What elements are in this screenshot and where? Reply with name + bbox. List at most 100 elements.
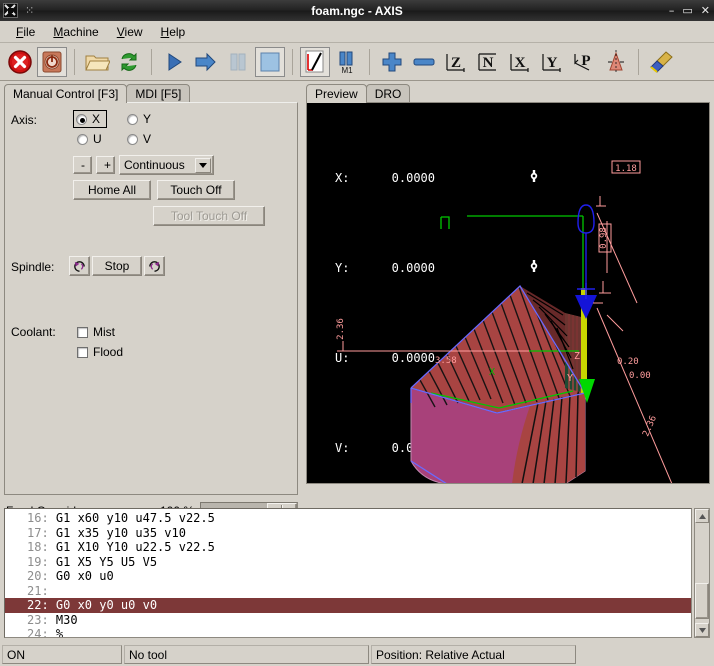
dim-label-2: 0.98	[599, 227, 609, 249]
toolpath-render: 1.18 0.98 0.20 0.00 2.36 2.36 3.58 2.36 …	[307, 103, 710, 484]
axis-radio-u[interactable]: U	[77, 132, 102, 146]
axis-letter-y: Y	[567, 373, 573, 384]
menu-help[interactable]: Help	[153, 23, 194, 41]
jog-increment-select[interactable]: Continuous	[119, 155, 214, 175]
coolant-flood-label: Flood	[93, 345, 123, 359]
tab-preview[interactable]: Preview	[306, 84, 367, 103]
left-tabbar: Manual Control [F3] MDI [F5]	[4, 84, 189, 103]
pause-program-icon[interactable]	[223, 47, 253, 77]
coolant-mist-checkbox[interactable]	[77, 327, 88, 338]
spindle-stop-button[interactable]: Stop	[92, 256, 142, 276]
optional-stop-icon[interactable]: M1	[332, 47, 362, 77]
dim-label-5: 2.36	[336, 318, 346, 340]
maximize-button[interactable]: ▭	[682, 5, 692, 16]
close-button[interactable]: ✕	[701, 5, 710, 16]
minimize-button[interactable]: –	[669, 5, 675, 16]
status-position-mode: Position: Relative Actual	[371, 645, 576, 664]
gcode-line-text: G0 x0 u0	[56, 569, 114, 583]
gcode-scrollbar[interactable]	[694, 508, 710, 638]
axis-radio-x[interactable]: X	[73, 110, 107, 128]
stop-program-icon[interactable]	[255, 47, 285, 77]
gcode-line-number: 17	[27, 526, 41, 540]
tool-clear-icon[interactable]	[601, 47, 631, 77]
dim-label-4: 0.00	[629, 371, 651, 381]
gcode-line[interactable]: 16: G1 x60 y10 u47.5 v22.5	[5, 511, 691, 526]
run-program-icon[interactable]	[159, 47, 189, 77]
menu-file[interactable]: File	[8, 23, 43, 41]
axis-radio-v[interactable]: V	[127, 132, 151, 146]
gcode-line-text: G0 x0 y0 u0 v0	[56, 598, 157, 612]
estop-toggle-icon[interactable]	[5, 47, 35, 77]
tool-touch-off-button[interactable]: Tool Touch Off	[153, 206, 265, 226]
radio-x-indicator	[76, 114, 87, 125]
gcode-line[interactable]: 20: G0 x0 u0	[5, 569, 691, 584]
axis-letter-x: X	[489, 367, 495, 378]
reload-file-icon[interactable]	[114, 47, 144, 77]
coolant-label: Coolant:	[11, 325, 56, 339]
coolant-flood-checkbox[interactable]	[77, 347, 88, 358]
svg-text:M1: M1	[341, 66, 353, 74]
toolbar-separator	[638, 49, 639, 75]
main-toolbar: M1 Z N X	[0, 43, 714, 81]
gcode-line[interactable]: 18: G1 X10 Y10 u22.5 v22.5	[5, 540, 691, 555]
clear-plot-icon[interactable]	[646, 47, 676, 77]
toolbar-separator	[292, 49, 293, 75]
window-menu-icon[interactable]: ⁙	[25, 4, 34, 17]
home-all-button[interactable]: Home All	[73, 180, 151, 200]
gcode-line[interactable]: 21:	[5, 584, 691, 599]
jog-plus-button[interactable]: +	[96, 156, 115, 174]
gcode-line-text: G1 x60 y10 u47.5 v22.5	[56, 511, 215, 525]
tab-mdi[interactable]: MDI [F5]	[126, 84, 190, 103]
open-file-icon[interactable]	[82, 47, 112, 77]
toggle-skip-lines-icon[interactable]	[300, 47, 330, 77]
gcode-scrollbar-thumb[interactable]	[695, 583, 709, 619]
view-y-icon[interactable]: Y	[537, 47, 567, 77]
gcode-listing[interactable]: 16: G1 x60 y10 u47.5 v22.5 17: G1 x35 y1…	[4, 508, 692, 638]
spindle-cw-icon[interactable]	[144, 256, 165, 276]
tool-touch-off-row: Tool Touch Off	[153, 206, 265, 226]
menubar: File Machine View Help	[0, 21, 714, 43]
axis-radio-y[interactable]: Y	[127, 112, 151, 126]
zoom-in-icon[interactable]	[377, 47, 407, 77]
spindle-ccw-icon[interactable]	[69, 256, 90, 276]
scroll-down-arrow-icon[interactable]	[695, 623, 709, 637]
coolant-mist-row[interactable]: Mist	[77, 325, 115, 339]
gcode-line-text: M30	[56, 613, 78, 627]
touch-off-button[interactable]: Touch Off	[157, 180, 235, 200]
axis-application-window: ⁙ foam.ngc - AXIS – ▭ ✕ File Machine Vie…	[0, 0, 714, 666]
gcode-line-number: 24	[27, 627, 41, 638]
view-p-icon[interactable]: P	[569, 47, 599, 77]
jog-minus-button[interactable]: -	[73, 156, 92, 174]
gcode-line[interactable]: 17: G1 x35 y10 u35 v10	[5, 526, 691, 541]
right-tabbar: Preview DRO	[306, 84, 409, 103]
gcode-3d-preview-canvas[interactable]: X: 0.0000 Y: 0.0000	[306, 102, 710, 484]
tool-cone-icon	[575, 205, 597, 319]
home-touch-row: Home All Touch Off	[73, 180, 235, 200]
menu-machine[interactable]: Machine	[45, 23, 106, 41]
gcode-line-number: 22	[27, 598, 41, 612]
gcode-line[interactable]: 24: %	[5, 627, 691, 638]
step-program-icon[interactable]	[191, 47, 221, 77]
gcode-line-active[interactable]: 22: G0 x0 y0 u0 v0	[5, 598, 691, 613]
view-x-icon[interactable]: X	[505, 47, 535, 77]
jog-increment-value: Continuous	[124, 158, 185, 172]
gcode-line[interactable]: 19: G1 X5 Y5 U5 V5	[5, 555, 691, 570]
view-z2-icon[interactable]: N	[473, 47, 503, 77]
machine-power-icon[interactable]	[37, 47, 67, 77]
view-z-icon[interactable]: Z	[441, 47, 471, 77]
tab-dro[interactable]: DRO	[366, 84, 411, 103]
manual-control-panel: Manual Control [F3] MDI [F5] Axis: X Y U	[0, 81, 303, 505]
dim-label-1: 1.18	[615, 164, 637, 174]
scroll-up-arrow-icon[interactable]	[695, 509, 709, 523]
axis-label: Axis:	[11, 113, 37, 127]
jog-controls: - + Continuous	[73, 155, 214, 175]
status-machine-state: ON	[2, 645, 122, 664]
menu-view[interactable]: View	[109, 23, 151, 41]
tab-manual-control[interactable]: Manual Control [F3]	[4, 84, 127, 103]
zoom-out-icon[interactable]	[409, 47, 439, 77]
radio-y-indicator	[127, 114, 138, 125]
axis-radio-v-label: V	[143, 132, 151, 146]
coolant-flood-row[interactable]: Flood	[77, 345, 123, 359]
gcode-line[interactable]: 23: M30	[5, 613, 691, 628]
manual-control-body: Axis: X Y U V	[4, 102, 298, 495]
